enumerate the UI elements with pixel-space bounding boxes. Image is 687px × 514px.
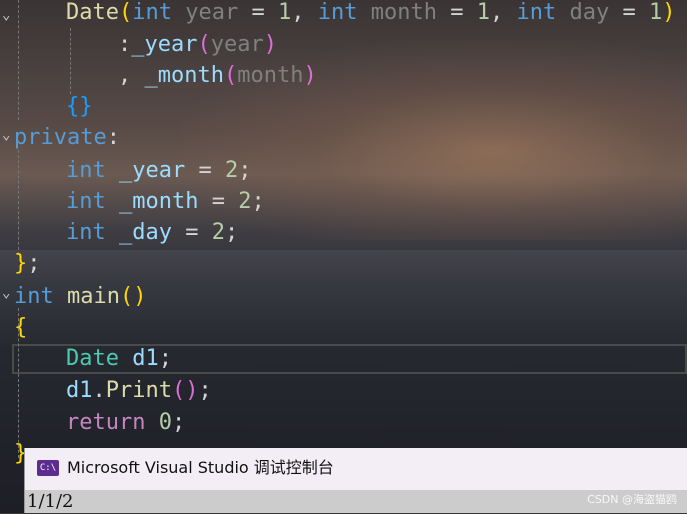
indent-guide [18,150,19,255]
console-output-text: 1/1/2 [27,491,74,512]
indent-guide [70,28,71,94]
fold-toggle-icon[interactable]: ⌄ [2,8,10,22]
console-titlebar[interactable]: C:\ Microsoft Visual Studio 调试控制台 [25,448,687,490]
code-line-member-month[interactable]: int _month = 2; [66,186,265,217]
code-line-init-year[interactable]: :_year(year) [118,29,277,60]
code-line-private[interactable]: private: [14,122,120,153]
fold-toggle-icon[interactable]: ⌄ [2,128,10,142]
code-line-member-day[interactable]: int _day = 2; [66,217,238,248]
console-app-icon: C:\ [37,460,59,476]
code-line-class-end[interactable]: }; [14,248,41,279]
code-line-constructor[interactable]: Date(int year = 1, int month = 1, int da… [66,0,675,28]
watermark: CSDN @海盗猫鸥 [587,493,677,506]
indent-guide [18,0,19,120]
code-line-declare-d1[interactable]: Date d1; [66,343,172,374]
console-title: Microsoft Visual Studio 调试控制台 [67,458,334,477]
fold-toggle-icon[interactable]: ⌄ [2,286,10,300]
code-line-print-call[interactable]: d1.Print(); [66,375,212,406]
code-line-body-braces[interactable]: {} [66,91,93,122]
code-line-main-signature[interactable]: int main() [14,281,146,312]
code-line-main-open[interactable]: { [14,312,27,343]
code-line-init-month[interactable]: , _month(month) [118,60,317,91]
code-line-member-year[interactable]: int _year = 2; [66,155,251,186]
code-line-return[interactable]: return 0; [66,407,185,438]
code-editor[interactable]: ⌄ ⌄ ⌄ Date(int year = 1, int month = 1, … [0,0,687,466]
